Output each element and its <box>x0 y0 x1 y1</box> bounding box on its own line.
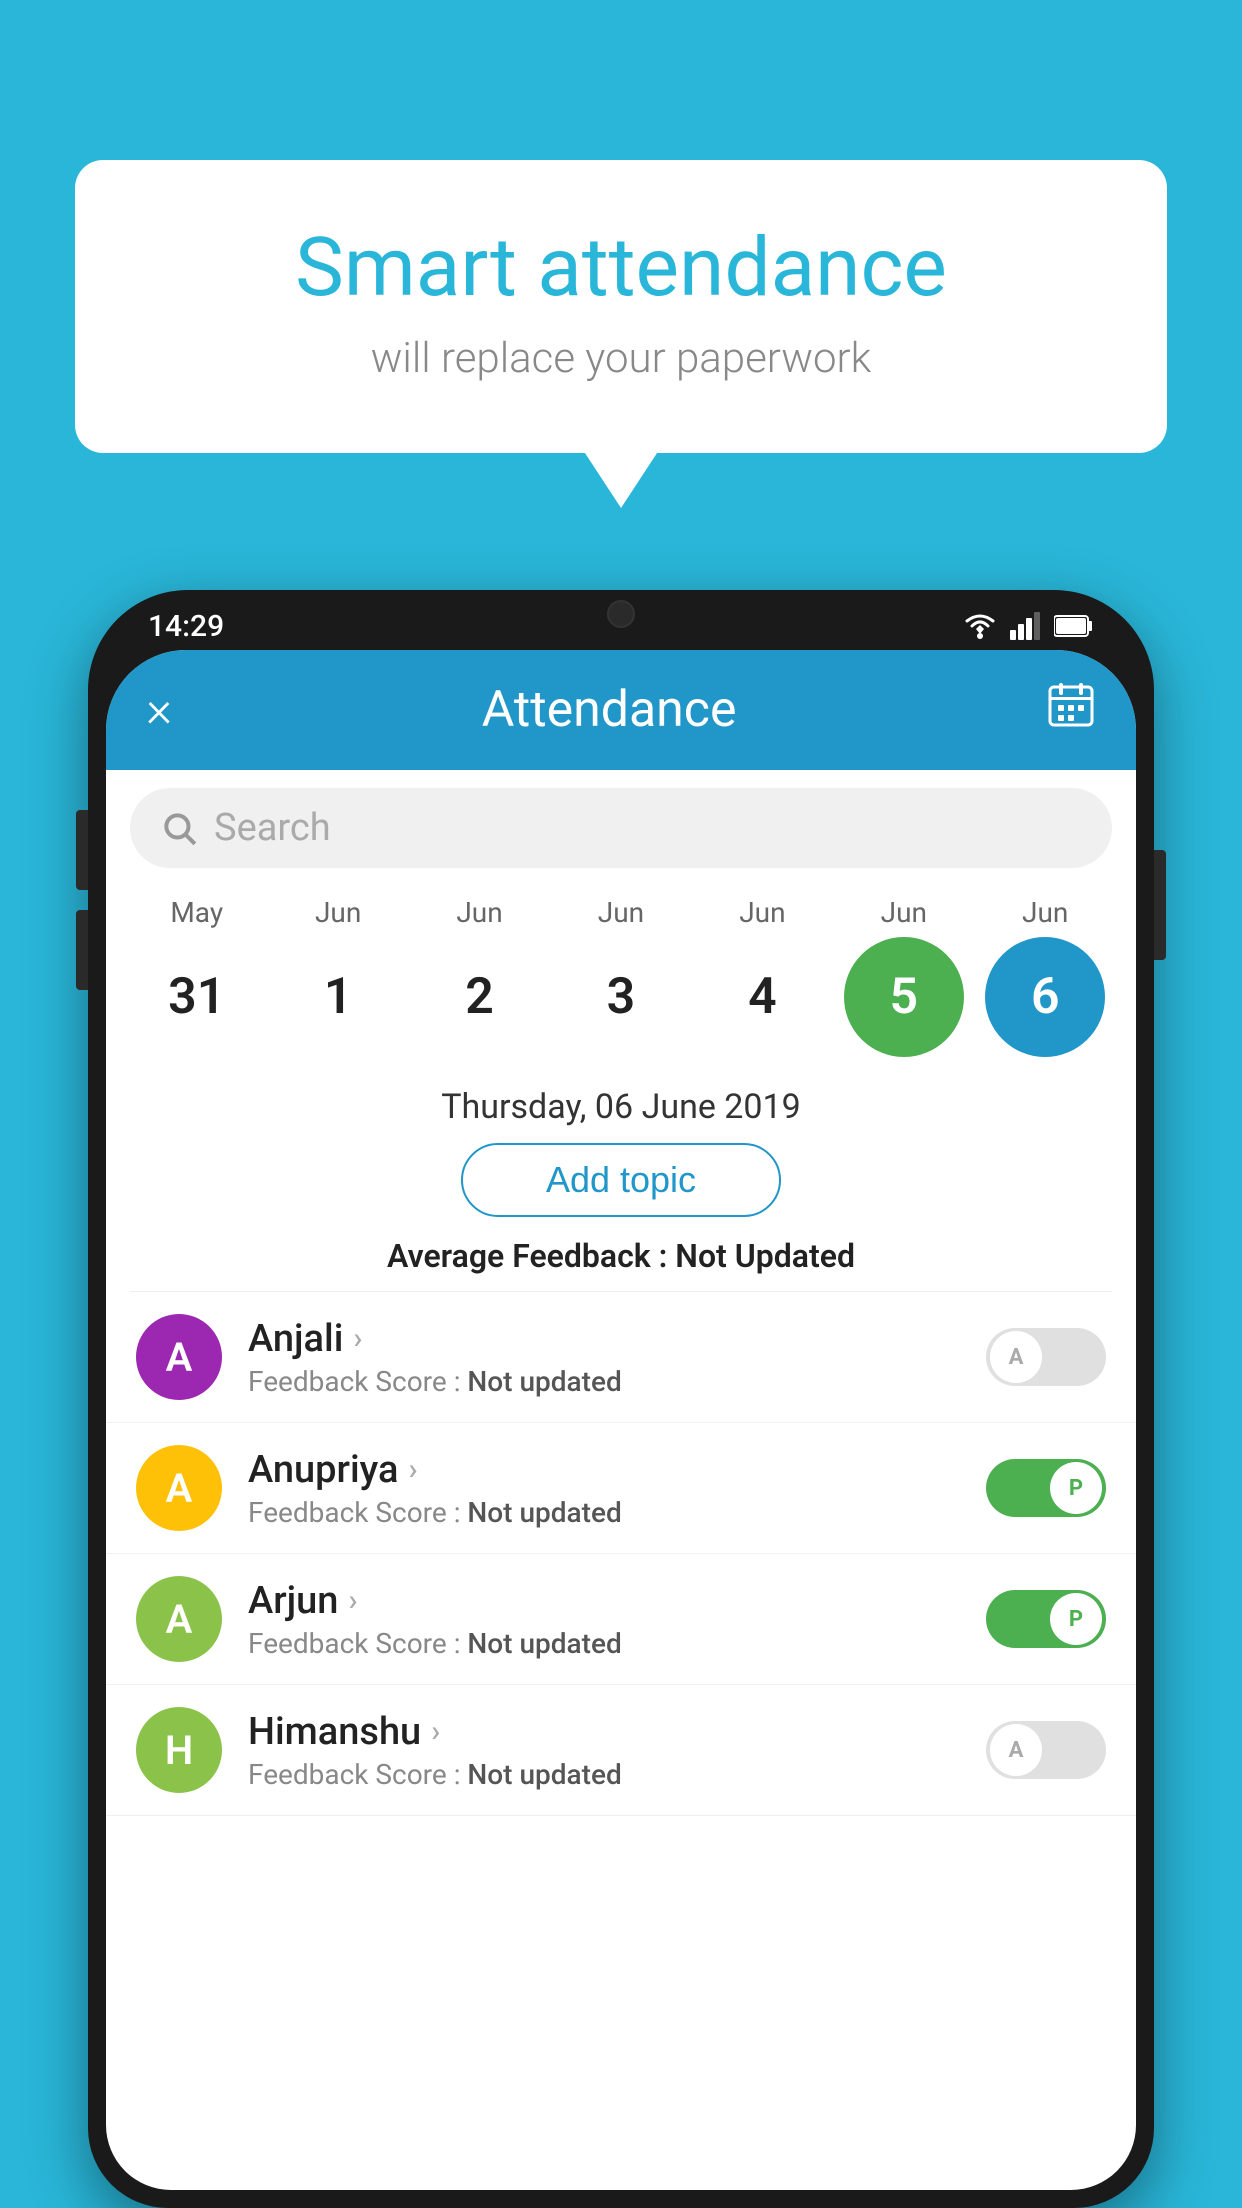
battery-icon <box>1054 614 1094 638</box>
toggle-knob-anjali: A <box>990 1331 1042 1383</box>
speech-bubble: Smart attendance will replace your paper… <box>75 160 1167 453</box>
student-name-himanshu[interactable]: Himanshu › <box>248 1710 986 1754</box>
add-topic-button[interactable]: Add topic <box>461 1143 781 1217</box>
cal-date-1[interactable]: 1 <box>278 937 398 1057</box>
calendar-dates[interactable]: 31 1 2 3 4 5 6 <box>126 937 1116 1057</box>
app-header: × Attendance <box>106 650 1136 770</box>
close-button[interactable]: × <box>146 681 172 739</box>
calendar-strip: May Jun Jun Jun Jun Jun Jun 31 1 2 3 4 5… <box>106 886 1136 1077</box>
student-item-anjali: A Anjali › Feedback Score : Not updated … <box>106 1292 1136 1423</box>
student-score-anjali: Feedback Score : Not updated <box>248 1365 986 1398</box>
cal-month-2: Jun <box>420 896 540 929</box>
chevron-icon-arjun: › <box>348 1583 357 1618</box>
avg-feedback-value: Not Updated <box>675 1237 855 1275</box>
chevron-icon-anjali: › <box>353 1321 362 1356</box>
search-bar[interactable]: Search <box>130 788 1112 868</box>
speech-bubble-container: Smart attendance will replace your paper… <box>75 160 1167 453</box>
volume-up-button <box>76 810 88 890</box>
signal-icon <box>1010 612 1042 640</box>
cal-date-31[interactable]: 31 <box>137 937 257 1057</box>
toggle-knob-anupriya: P <box>1050 1462 1102 1514</box>
cal-month-3: Jun <box>561 896 681 929</box>
attendance-toggle-anupriya[interactable]: P <box>986 1459 1106 1517</box>
toggle-knob-himanshu: A <box>990 1724 1042 1776</box>
student-item-anupriya: A Anupriya › Feedback Score : Not update… <box>106 1423 1136 1554</box>
student-list: A Anjali › Feedback Score : Not updated … <box>106 1292 1136 1816</box>
attendance-toggle-arjun[interactable]: P <box>986 1590 1106 1648</box>
cal-month-5: Jun <box>844 896 964 929</box>
phone-notch <box>531 590 711 638</box>
avg-feedback: Average Feedback : Not Updated <box>106 1237 1136 1275</box>
student-info-himanshu: Himanshu › Feedback Score : Not updated <box>248 1710 986 1791</box>
avatar-arjun: A <box>136 1576 222 1662</box>
attendance-toggle-anjali[interactable]: A <box>986 1328 1106 1386</box>
cal-date-6[interactable]: 6 <box>985 937 1105 1057</box>
cal-date-2[interactable]: 2 <box>420 937 540 1057</box>
cal-date-3[interactable]: 3 <box>561 937 681 1057</box>
student-score-himanshu: Feedback Score : Not updated <box>248 1758 986 1791</box>
cal-month-6: Jun <box>985 896 1105 929</box>
volume-down-button <box>76 910 88 990</box>
search-icon <box>160 809 198 847</box>
student-score-arjun: Feedback Score : Not updated <box>248 1627 986 1660</box>
phone-screen: × Attendance <box>106 650 1136 2190</box>
wifi-icon <box>962 612 998 640</box>
phone-camera <box>607 600 635 628</box>
calendar-button[interactable] <box>1046 679 1096 741</box>
cal-date-5[interactable]: 5 <box>844 937 964 1057</box>
student-info-anupriya: Anupriya › Feedback Score : Not updated <box>248 1448 986 1529</box>
status-icons <box>962 612 1094 640</box>
attendance-toggle-himanshu[interactable]: A <box>986 1721 1106 1779</box>
chevron-icon-himanshu: › <box>431 1714 440 1749</box>
avatar-anupriya: A <box>136 1445 222 1531</box>
avg-feedback-label: Average Feedback : <box>387 1237 667 1275</box>
cal-month-4: Jun <box>702 896 822 929</box>
bubble-subtitle: will replace your paperwork <box>155 334 1087 383</box>
cal-month-1: Jun <box>278 896 398 929</box>
bubble-title: Smart attendance <box>155 220 1087 316</box>
student-score-anupriya: Feedback Score : Not updated <box>248 1496 986 1529</box>
header-title: Attendance <box>482 681 737 739</box>
student-item-arjun: A Arjun › Feedback Score : Not updated P <box>106 1554 1136 1685</box>
search-input[interactable]: Search <box>214 806 331 850</box>
cal-date-4[interactable]: 4 <box>702 937 822 1057</box>
cal-month-0: May <box>137 896 257 929</box>
avatar-anjali: A <box>136 1314 222 1400</box>
power-button <box>1154 850 1166 960</box>
status-time: 14:29 <box>148 609 224 644</box>
toggle-knob-arjun: P <box>1050 1593 1102 1645</box>
student-info-arjun: Arjun › Feedback Score : Not updated <box>248 1579 986 1660</box>
calendar-months: May Jun Jun Jun Jun Jun Jun <box>126 896 1116 929</box>
avatar-himanshu: H <box>136 1707 222 1793</box>
phone-frame: 14:29 <box>88 590 1154 2208</box>
student-name-arjun[interactable]: Arjun › <box>248 1579 986 1623</box>
selected-date: Thursday, 06 June 2019 <box>106 1077 1136 1143</box>
student-name-anupriya[interactable]: Anupriya › <box>248 1448 986 1492</box>
student-name-anjali[interactable]: Anjali › <box>248 1317 986 1361</box>
student-info-anjali: Anjali › Feedback Score : Not updated <box>248 1317 986 1398</box>
chevron-icon-anupriya: › <box>408 1452 417 1487</box>
student-item-himanshu: H Himanshu › Feedback Score : Not update… <box>106 1685 1136 1816</box>
